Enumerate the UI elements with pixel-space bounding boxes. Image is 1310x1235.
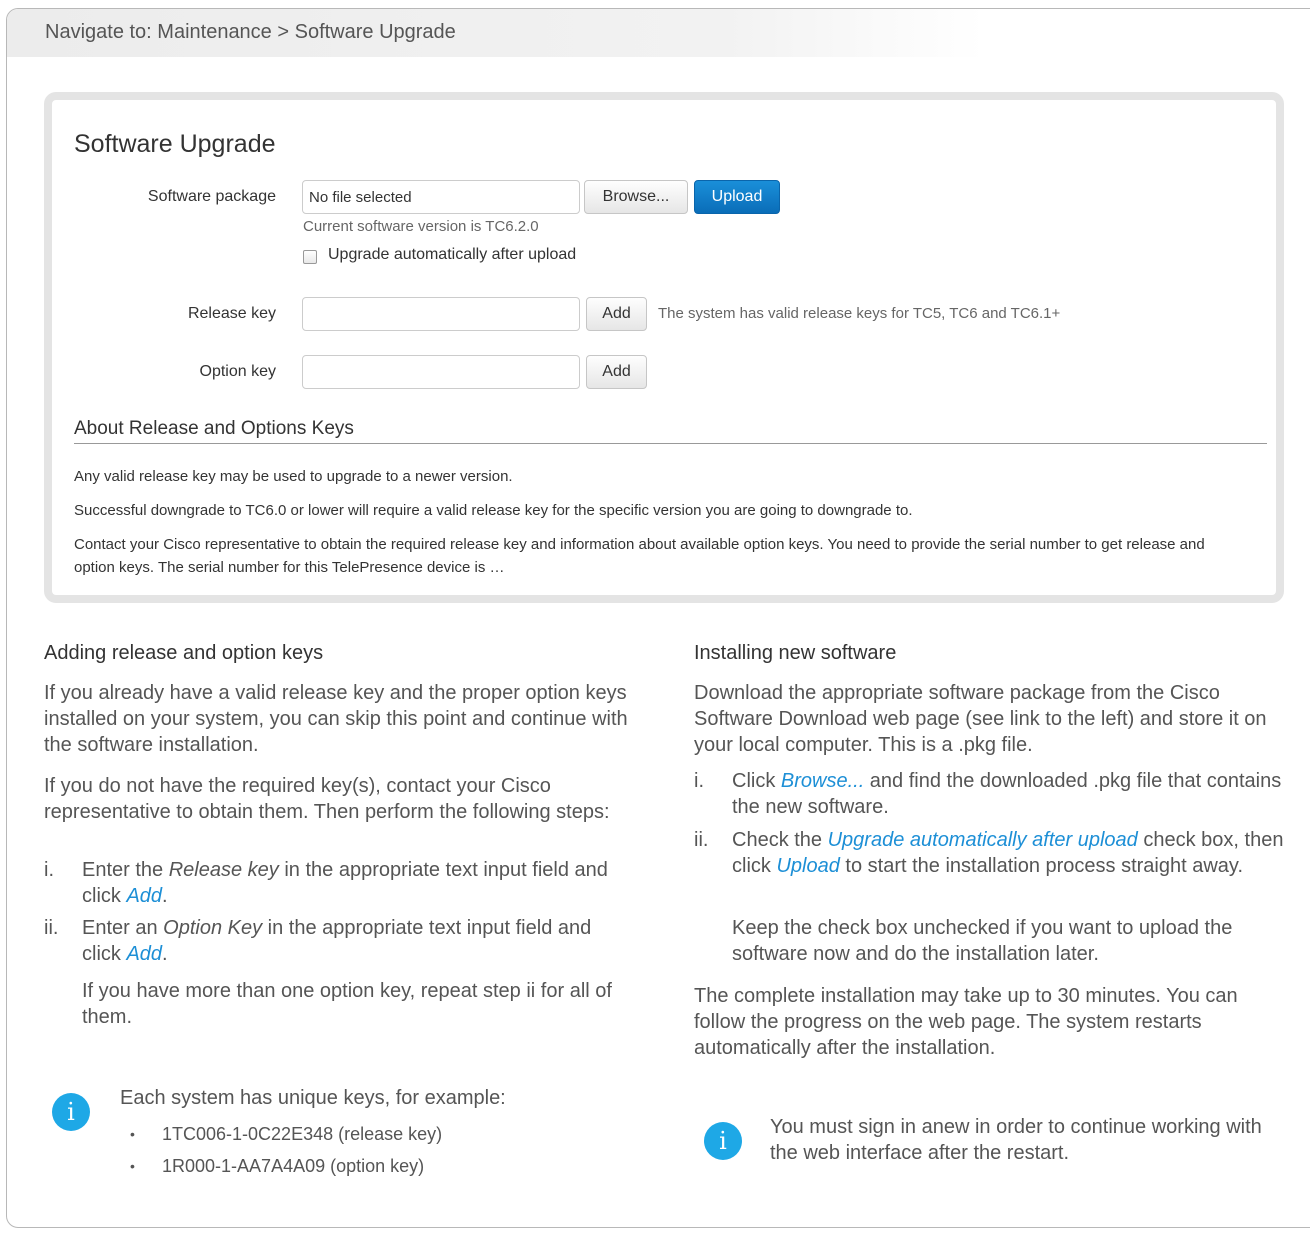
left-step-1: i. Enter the Release key in the appropri…	[44, 859, 608, 907]
step-numeral: i.	[694, 770, 704, 792]
right-info-text: You must sign in anew in order to contin…	[770, 1116, 1262, 1164]
left-info-bullet-1: • 1TC006-1-0C22E348 (release key)	[130, 1121, 650, 1147]
add-link[interactable]: Add	[126, 943, 162, 965]
right-step-2: ii. Check the Upgrade automatically afte…	[694, 829, 1284, 877]
left-paragraph-2: If you do not have the required key(s), …	[44, 775, 610, 823]
panel-title: Software Upgrade	[74, 130, 276, 158]
right-column: Installing new software	[694, 640, 1294, 666]
bullet-dot: •	[130, 1126, 135, 1142]
bullet-dot: •	[130, 1158, 135, 1174]
left-step-2: ii. Enter an Option Key in the appropria…	[44, 917, 592, 965]
right-heading: Installing new software	[694, 642, 897, 664]
left-heading: Adding release and option keys	[44, 642, 324, 664]
left-step-2-note: If you have more than one option key, re…	[82, 980, 612, 1028]
file-field[interactable]: No file selected	[302, 180, 580, 214]
right-step-1: i. Click Browse... and find the download…	[694, 770, 1282, 818]
upgrade-automatically-link[interactable]: Upgrade automatically after upload	[828, 829, 1138, 851]
left-info-intro: Each system has unique keys, for example…	[120, 1087, 506, 1109]
upload-link[interactable]: Upload	[776, 855, 839, 877]
option-key-label: Option key	[199, 363, 276, 380]
option-key-add-button[interactable]: Add	[586, 355, 647, 389]
step-numeral: ii.	[44, 917, 59, 939]
about-paragraph-3: Contact your Cisco representative to obt…	[74, 536, 1205, 576]
right-step-2-note: Keep the check box unchecked if you want…	[732, 917, 1233, 965]
option-key-input[interactable]	[302, 355, 580, 389]
left-info-bullet-2: • 1R000-1-AA7A4A09 (option key)	[130, 1153, 650, 1179]
software-package-label: Software package	[147, 188, 276, 205]
browse-link[interactable]: Browse...	[781, 770, 864, 792]
software-upgrade-panel: Software Upgrade Software package No fil…	[44, 92, 1284, 603]
release-key-input[interactable]	[302, 297, 580, 331]
left-paragraph-1: If you already have a valid release key …	[44, 682, 628, 756]
current-version-text: Current software version is TC6.2.0	[303, 218, 539, 235]
about-paragraph-2: Successful downgrade to TC6.0 or lower w…	[74, 502, 913, 519]
auto-upgrade-checkbox[interactable]	[303, 250, 317, 264]
about-keys-divider	[74, 443, 1267, 444]
right-paragraph-1: Download the appropriate software packag…	[694, 682, 1267, 756]
about-paragraph-1: Any valid release key may be used to upg…	[74, 468, 513, 485]
navigation-path: Navigate to: Maintenance > Software Upgr…	[45, 21, 456, 43]
release-key-label: Release key	[187, 305, 276, 322]
release-key-status: The system has valid release keys for TC…	[658, 305, 1061, 322]
auto-upgrade-label[interactable]: Upgrade automatically after upload	[328, 246, 576, 264]
add-link[interactable]: Add	[126, 885, 162, 907]
about-keys-heading: About Release and Options Keys	[74, 418, 354, 439]
navigation-bar: Navigate to: Maintenance > Software Upgr…	[7, 9, 1310, 57]
release-key-add-button[interactable]: Add	[586, 297, 647, 331]
right-paragraph-2: The complete installation may take up to…	[694, 985, 1238, 1059]
upload-button[interactable]: Upload	[694, 180, 780, 214]
step-numeral: i.	[44, 859, 54, 881]
browse-button[interactable]: Browse...	[584, 180, 688, 214]
left-column: Adding release and option keys	[44, 640, 644, 666]
step-numeral: ii.	[694, 829, 709, 851]
info-icon: i	[52, 1093, 90, 1131]
info-icon: i	[704, 1122, 742, 1160]
